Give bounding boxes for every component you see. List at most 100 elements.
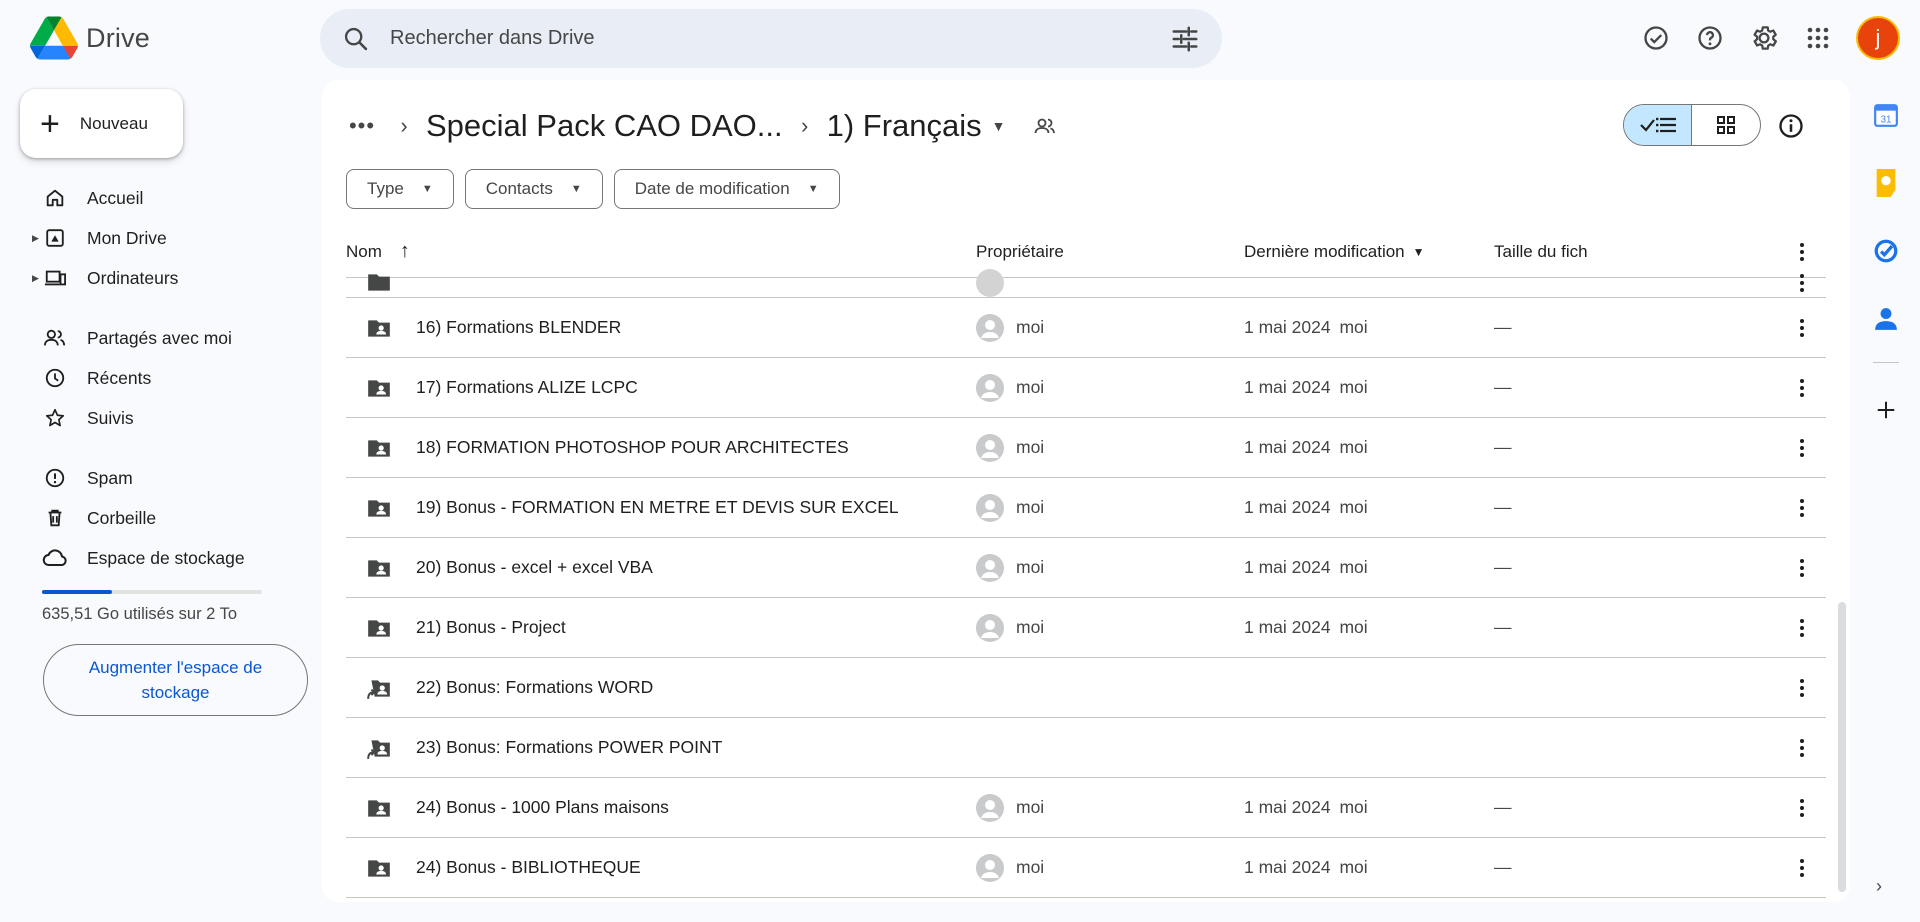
shortcut-shared-folder-icon [367,680,390,699]
sidebar-item-my-drive[interactable]: ▶ Mon Drive [0,218,320,258]
sidebar-item-home[interactable]: Accueil [0,178,320,218]
view-toggle [1623,104,1761,146]
table-row[interactable]: 24) Bonus - 1000 Plans maisons moi 1 mai 2… [346,778,1826,838]
table-row[interactable]: 16) Formations BLENDER moi 1 mai 2024 moi — [346,298,1826,358]
modified-by: moi [1339,377,1368,397]
more-options-icon[interactable] [1790,736,1814,760]
owner-cell: moi [976,313,1044,342]
more-options-icon[interactable] [1790,496,1814,520]
divider [1873,362,1899,363]
settings-gear-icon[interactable] [1744,18,1784,58]
file-size: — [1494,377,1512,397]
sidebar-item-label: Partagés avec moi [87,327,232,348]
collapse-panel-chevron-icon[interactable]: › [1876,876,1882,897]
more-options-icon[interactable] [1790,316,1814,340]
expand-arrow-icon[interactable]: ▶ [32,273,39,284]
table-row[interactable]: 19) Bonus - FORMATION EN METRE ET DEVIS … [346,478,1826,538]
table-row[interactable]: 17) Formations ALIZE LCPC moi 1 mai 2024 m… [346,358,1826,418]
more-options-icon[interactable] [1790,271,1814,295]
more-options-icon[interactable] [1790,796,1814,820]
chevron-right-icon: › [800,113,809,138]
file-name[interactable]: 17) Formations ALIZE LCPC [416,377,638,398]
list-view-button[interactable] [1624,105,1692,145]
sort-ascending-icon[interactable]: ↑ [400,240,410,263]
owner-cell: moi [976,553,1044,582]
keep-icon[interactable] [1860,158,1912,208]
more-options-icon[interactable] [1790,856,1814,880]
expand-arrow-icon[interactable]: ▶ [32,233,39,244]
filter-modified-date[interactable]: Date de modification ▼ [613,169,840,209]
sidebar-item-trash[interactable]: Corbeille [0,498,320,538]
more-options-icon[interactable] [1790,556,1814,580]
table-row[interactable]: 20) Bonus - excel + excel VBA moi 1 mai 20… [346,538,1826,598]
more-options-icon[interactable] [1790,436,1814,460]
filter-type[interactable]: Type ▼ [346,169,454,209]
owner-cell: moi [976,373,1044,402]
modified-cell: 1 mai 2024 moi [1244,377,1368,398]
add-addon-icon[interactable] [1860,385,1912,435]
search-icon[interactable] [342,25,370,53]
sidebar-item-shared[interactable]: Partagés avec moi [0,318,320,358]
column-header-modified[interactable]: Dernière modification ▼ [1244,242,1425,262]
file-name[interactable]: 19) Bonus - FORMATION EN METRE ET DEVIS … [416,497,899,518]
file-size: — [1494,557,1512,577]
shared-icon [42,325,68,351]
sidebar-item-recent[interactable]: Récents [0,358,320,398]
table-row[interactable]: 24) Bonus - BIBLIOTHEQUE moi 1 mai 2024 mo… [346,838,1826,898]
upgrade-storage-button[interactable]: Augmenter l'espace de stockage [43,644,308,716]
file-name[interactable]: 21) Bonus - Project [416,617,566,638]
drive-logo[interactable]: Drive [30,16,150,60]
breadcrumb-parent[interactable]: Special Pack CAO DAO... [426,108,783,144]
file-name[interactable]: 24) Bonus - BIBLIOTHEQUE [416,857,641,878]
table-row[interactable]: 21) Bonus - Project moi 1 mai 2024 moi — [346,598,1826,658]
file-name[interactable]: 20) Bonus - excel + excel VBA [416,557,653,578]
svg-text:31: 31 [1881,115,1892,126]
breadcrumb-current[interactable]: 1) Français [827,108,982,144]
info-icon[interactable] [1777,112,1805,140]
new-button[interactable]: + Nouveau [20,89,183,158]
modified-date: 1 mai 2024 [1244,857,1331,877]
column-header-size[interactable]: Taille du fich [1494,242,1588,262]
more-options-icon[interactable] [1790,676,1814,700]
owner-cell: moi [976,493,1044,522]
table-row[interactable]: 18) FORMATION PHOTOSHOP POUR ARCHITECTES… [346,418,1826,478]
owner-cell [976,269,1016,297]
file-size: — [1494,617,1512,637]
owner-cell: moi [976,433,1044,462]
file-name[interactable]: 22) Bonus: Formations WORD [416,677,653,698]
modified-date: 1 mai 2024 [1244,497,1331,517]
file-name[interactable]: 16) Formations BLENDER [416,317,621,338]
caret-down-icon[interactable]: ▼ [992,118,1006,134]
sidebar-item-starred[interactable]: Suivis [0,398,320,438]
file-name[interactable]: 23) Bonus: Formations POWER POINT [416,737,722,758]
table-row[interactable]: 23) Bonus: Formations POWER POINT [346,718,1826,778]
more-options-icon[interactable] [1790,616,1814,640]
sidebar-item-storage[interactable]: Espace de stockage [0,538,320,578]
ready-for-offline-icon[interactable] [1636,18,1676,58]
column-header-owner[interactable]: Propriétaire [976,242,1064,262]
scrollbar[interactable] [1838,602,1846,892]
shared-folder-icon [368,620,390,637]
sidebar-item-spam[interactable]: Spam [0,458,320,498]
column-header-name[interactable]: Nom ↑ [346,240,410,263]
more-breadcrumbs-icon[interactable]: ••• [342,113,382,139]
apps-grid-icon[interactable] [1798,18,1838,58]
more-options-icon[interactable] [1790,376,1814,400]
shared-folder-people-icon[interactable] [1032,113,1058,139]
column-options-icon[interactable] [1790,240,1814,264]
table-row[interactable]: 22) Bonus: Formations WORD [346,658,1826,718]
account-avatar[interactable]: j [1856,16,1900,60]
calendar-icon[interactable]: 31 [1860,90,1912,140]
contacts-icon[interactable] [1860,294,1912,344]
search-options-icon[interactable] [1170,24,1200,54]
search-bar[interactable] [320,9,1222,68]
help-icon[interactable] [1690,18,1730,58]
file-name[interactable]: 24) Bonus - 1000 Plans maisons [416,797,669,818]
file-name[interactable]: 18) FORMATION PHOTOSHOP POUR ARCHITECTES [416,437,849,458]
table-row[interactable] [346,269,1826,298]
search-input[interactable] [390,27,1170,50]
sidebar-item-computers[interactable]: ▶ Ordinateurs [0,258,320,298]
grid-view-button[interactable] [1692,105,1760,145]
filter-contacts[interactable]: Contacts ▼ [464,169,603,209]
tasks-icon[interactable] [1860,226,1912,276]
